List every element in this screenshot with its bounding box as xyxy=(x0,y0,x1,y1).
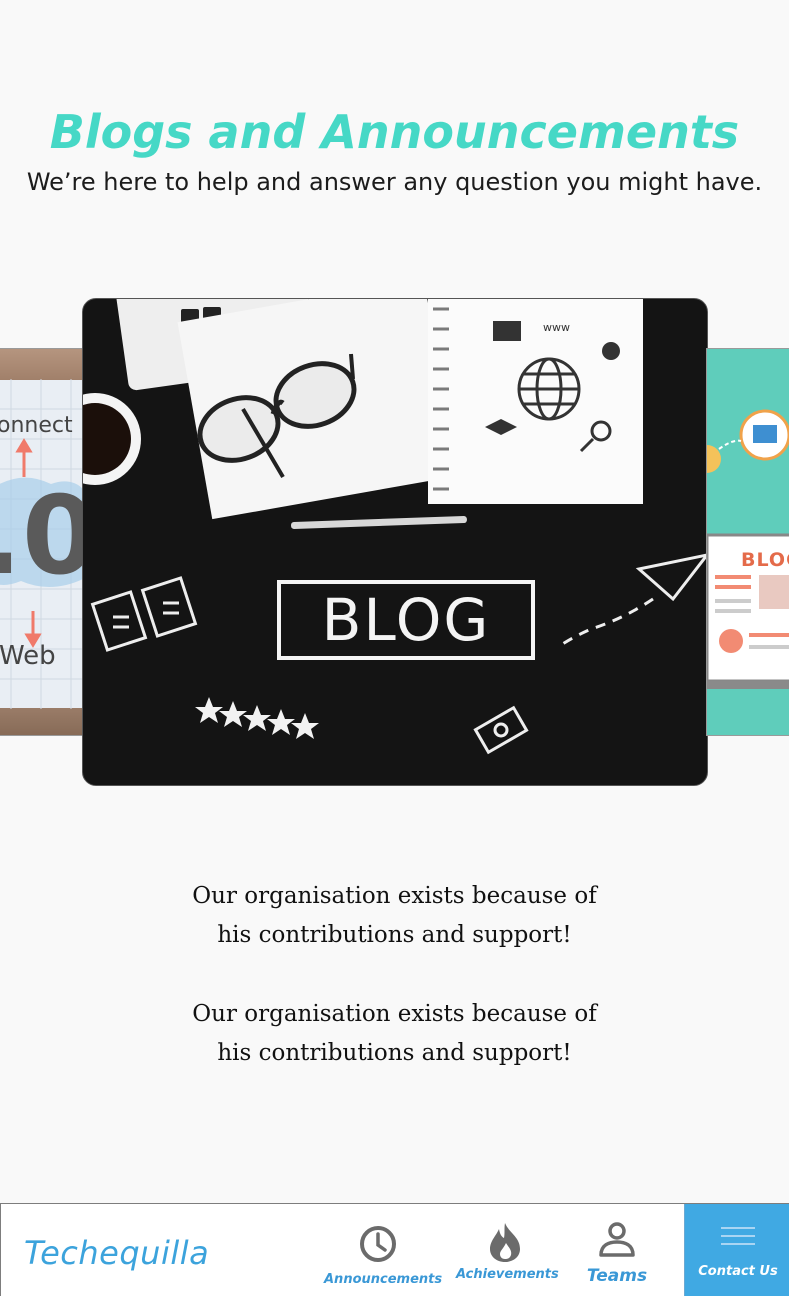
bottom-nav: Techequilla Announcements Achievements T… xyxy=(0,1203,789,1296)
brand-logo[interactable]: Techequilla xyxy=(24,1234,209,1272)
connect-text: onnect xyxy=(0,413,73,438)
quote-block: Our organisation exists because of his c… xyxy=(0,995,789,1073)
nav-achievements[interactable]: Achievements xyxy=(456,1204,559,1296)
quote-text: Our organisation exists because of his c… xyxy=(192,1001,597,1066)
nav-achievements-label: Achievements xyxy=(456,1267,559,1282)
page-subtitle: We’re here to help and answer any questi… xyxy=(26,168,763,196)
carousel-slide-active[interactable]: www BLOG xyxy=(82,298,708,786)
nav-announcements-label: Announcements xyxy=(324,1272,443,1287)
quote-block: Our organisation exists because of his c… xyxy=(0,877,789,955)
blog-sign-text: BLOG xyxy=(277,580,535,660)
carousel-slide-previous[interactable]: onnect .0 Web xyxy=(0,348,84,736)
nav-contact-us[interactable]: Contact Us xyxy=(684,1204,789,1296)
page: Blogs and Announcements We’re here to he… xyxy=(0,0,789,1296)
nav-teams[interactable]: Teams xyxy=(586,1204,648,1296)
carousel-slide-next[interactable]: BLOG xyxy=(706,348,789,736)
nav-contact-us-label: Contact Us xyxy=(698,1264,778,1279)
clock-icon xyxy=(358,1224,398,1268)
version-number-text: .0 xyxy=(0,477,83,597)
flame-icon xyxy=(487,1221,523,1267)
nav-teams-label: Teams xyxy=(586,1266,648,1286)
person-icon xyxy=(597,1221,637,1263)
blog-carousel[interactable]: onnect .0 Web xyxy=(0,298,789,786)
menu-icon xyxy=(721,1226,755,1252)
blog-screen-text: BLOG xyxy=(741,549,789,571)
blog-screen-illustration xyxy=(707,409,789,689)
page-title: Blogs and Announcements xyxy=(49,105,740,159)
web-text: Web xyxy=(0,641,56,671)
quote-text: Our organisation exists because of his c… xyxy=(192,883,597,948)
svg-text:www: www xyxy=(543,321,570,334)
nav-announcements[interactable]: Announcements xyxy=(324,1204,443,1296)
desk-blog-illustration: www xyxy=(83,299,707,755)
